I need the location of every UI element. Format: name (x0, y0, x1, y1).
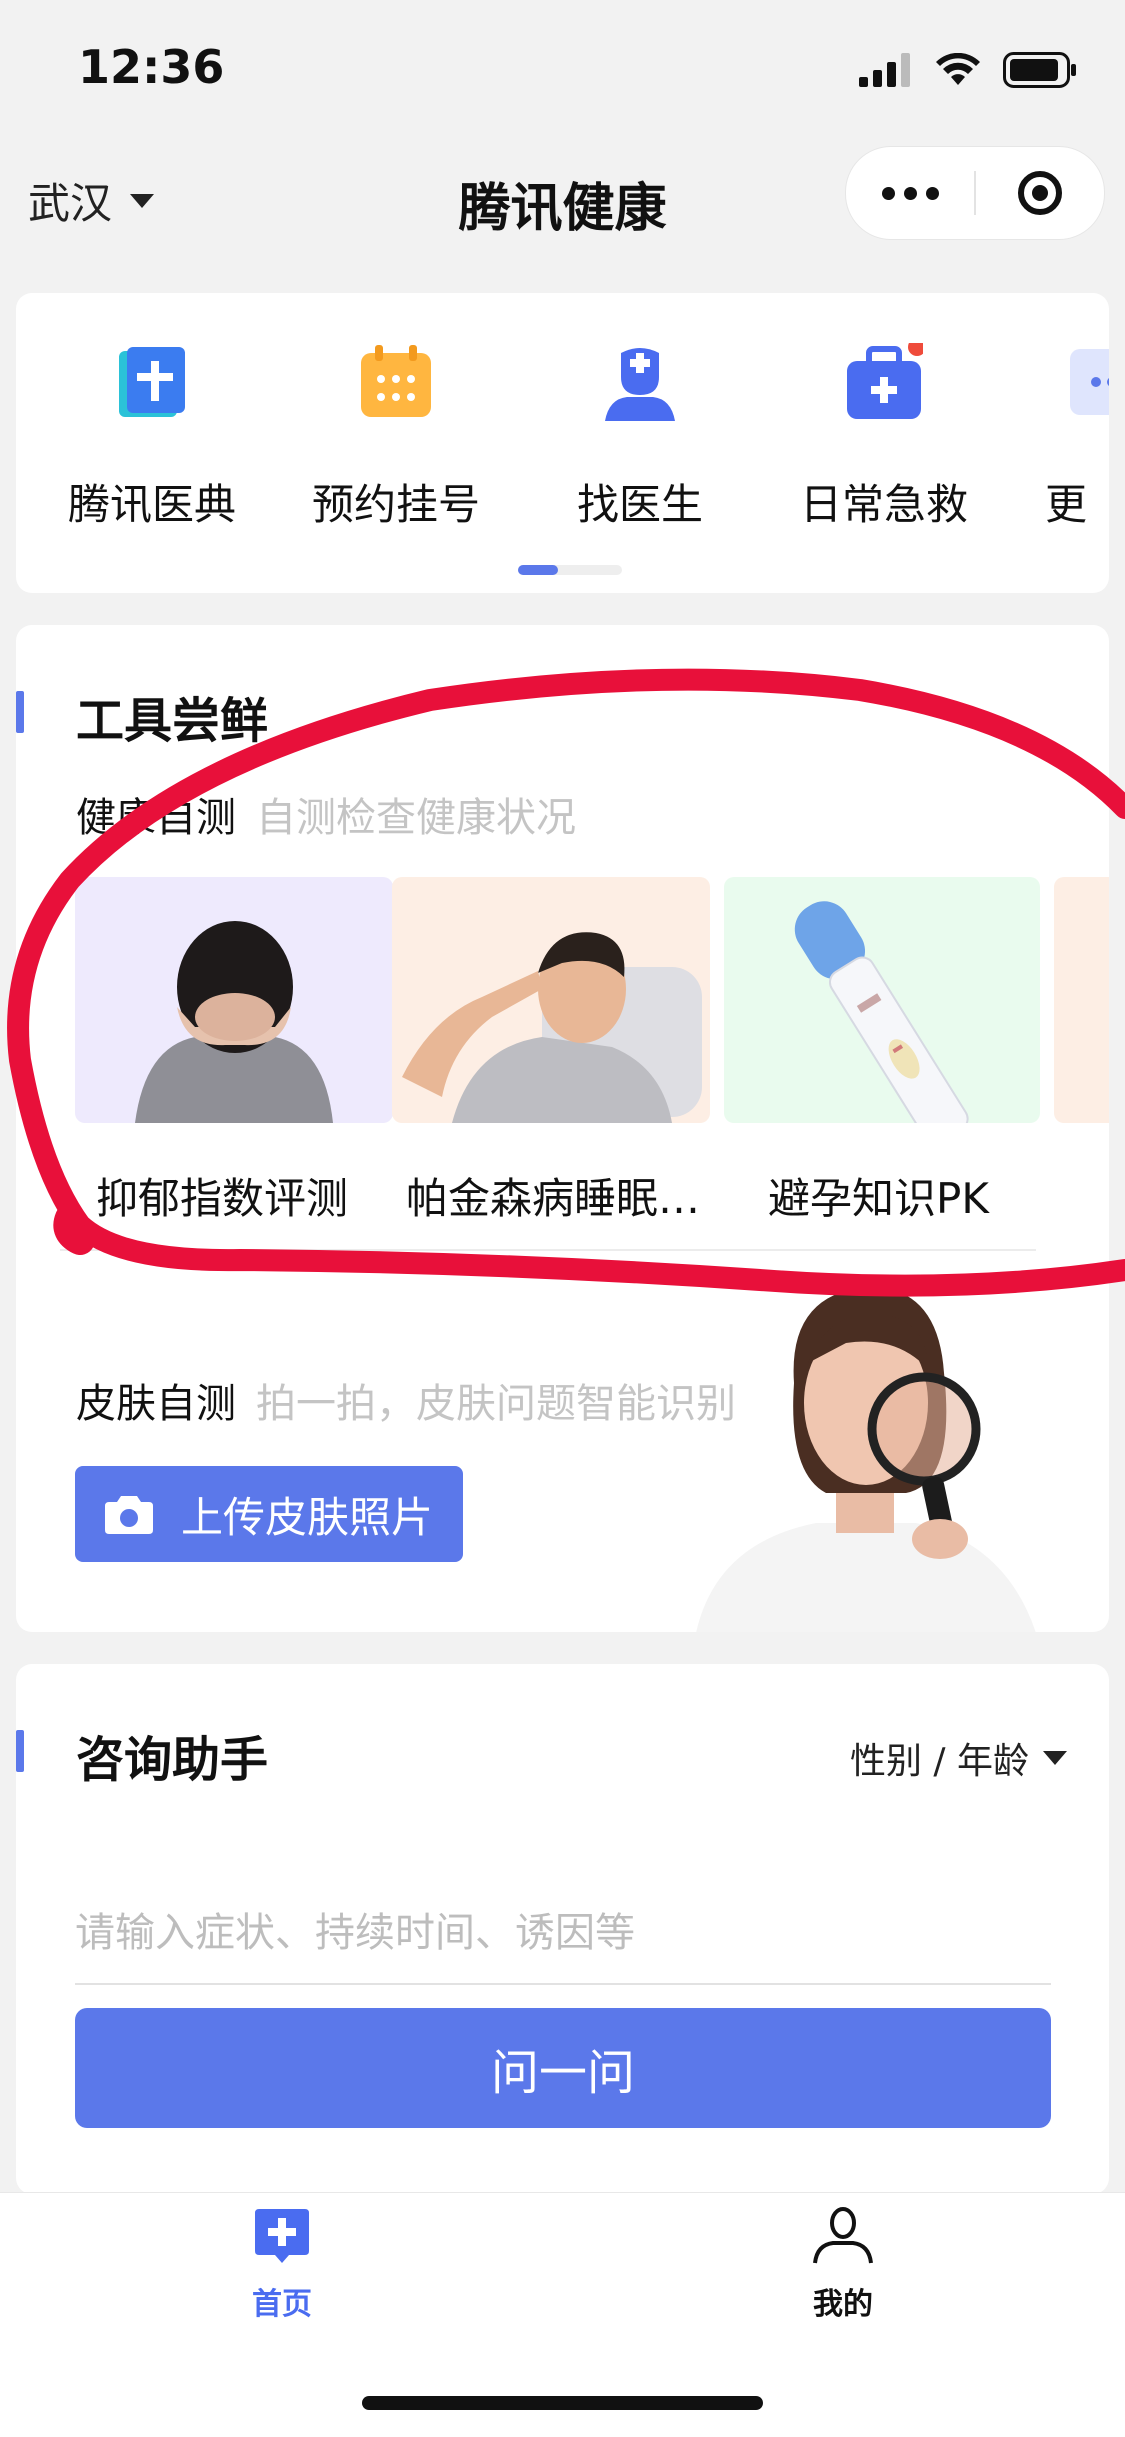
skin-test-header: 皮肤自测 拍一拍，皮肤问题智能识别 (76, 1371, 736, 1429)
nav-label-first-aid: 日常急救 (799, 480, 968, 529)
chevron-down-icon (1043, 1751, 1067, 1765)
tools-card: 工具尝鲜 健康自测 自测检查健康状况 抑郁指数评测 帕金森病睡眠… 避孕知识PK… (16, 625, 1109, 1632)
page-indicator-active (518, 565, 558, 575)
home-indicator (362, 2396, 763, 2410)
battery-icon (1003, 52, 1076, 88)
self-test-header: 健康自测 自测检查健康状况 (76, 785, 576, 843)
nav-label-more: 更 (1044, 480, 1087, 529)
medical-book-icon (119, 347, 185, 417)
more-grid-icon (1070, 349, 1109, 415)
tools-section-title: 工具尝鲜 (76, 693, 269, 749)
tab-mine-label: 我的 (813, 2287, 873, 2322)
symptom-input[interactable] (75, 1883, 1051, 1985)
tab-home[interactable]: 首页 (182, 2207, 382, 2323)
depressed-woman-image (135, 921, 333, 1123)
self-test-tile-depression[interactable] (75, 877, 393, 1123)
more-button[interactable] (846, 147, 974, 239)
gender-age-label: 性别 / 年龄 (849, 1741, 1029, 1782)
nav-label-find-doctor: 找医生 (576, 480, 703, 529)
skin-test-hint: 拍一拍，皮肤问题智能识别 (256, 1381, 736, 1427)
quick-nav-card: 腾讯医典 预约挂号 找医生 日常急救 更 (16, 293, 1109, 593)
tab-home-label: 首页 (252, 2287, 312, 2322)
self-test-tile-contraception[interactable] (724, 877, 1040, 1123)
target-circle-icon (1018, 171, 1062, 215)
cellular-signal-icon (859, 53, 910, 87)
upload-skin-photo-button[interactable]: 上传皮肤照片 (75, 1466, 463, 1562)
woman-magnifier-image (696, 1286, 1036, 1632)
consult-assistant-card: 咨询助手 性别 / 年龄 问一问 (16, 1664, 1109, 2194)
more-dots-icon (881, 186, 895, 200)
self-test-hint: 自测检查健康状况 (256, 795, 576, 841)
section-accent-bar (16, 1730, 24, 1772)
close-miniapp-button[interactable] (976, 147, 1104, 239)
self-test-label-contraception: 避孕知识PK (768, 1174, 989, 1223)
skin-test-label: 皮肤自测 (76, 1381, 236, 1427)
status-icons (859, 52, 1077, 88)
self-test-label-parkinson-sleep: 帕金森病睡眠… (406, 1174, 701, 1223)
doctor-icon (605, 348, 675, 421)
status-time: 12:36 (78, 40, 225, 94)
calendar-icon (361, 345, 431, 417)
sleepy-man-image (402, 932, 702, 1123)
wifi-icon (936, 53, 980, 85)
person-icon (813, 2207, 873, 2264)
self-test-label: 健康自测 (76, 795, 236, 841)
nav-label-appointment: 预约挂号 (311, 480, 480, 529)
ask-button[interactable]: 问一问 (75, 2008, 1051, 2128)
pregnancy-test-image (794, 901, 969, 1123)
self-test-label-depression: 抑郁指数评测 (96, 1174, 349, 1223)
upload-skin-photo-label: 上传皮肤照片 (180, 1492, 433, 1542)
miniapp-capsule (845, 146, 1105, 240)
assistant-section-title: 咨询助手 (76, 1732, 269, 1788)
gender-age-selector[interactable]: 性别 / 年龄 (850, 1732, 1067, 1784)
nav-label-medical-dictionary: 腾讯医典 (67, 480, 236, 529)
camera-icon (104, 1496, 153, 1534)
section-accent-bar (16, 691, 24, 733)
self-test-tile-next[interactable] (1054, 877, 1109, 1123)
home-plus-icon (255, 2209, 309, 2263)
tab-mine[interactable]: 我的 (743, 2207, 943, 2323)
page-indicator (518, 565, 622, 575)
first-aid-kit-icon (847, 343, 923, 419)
self-test-tile-parkinson-sleep[interactable] (392, 877, 710, 1123)
section-divider (60, 1249, 1036, 1251)
